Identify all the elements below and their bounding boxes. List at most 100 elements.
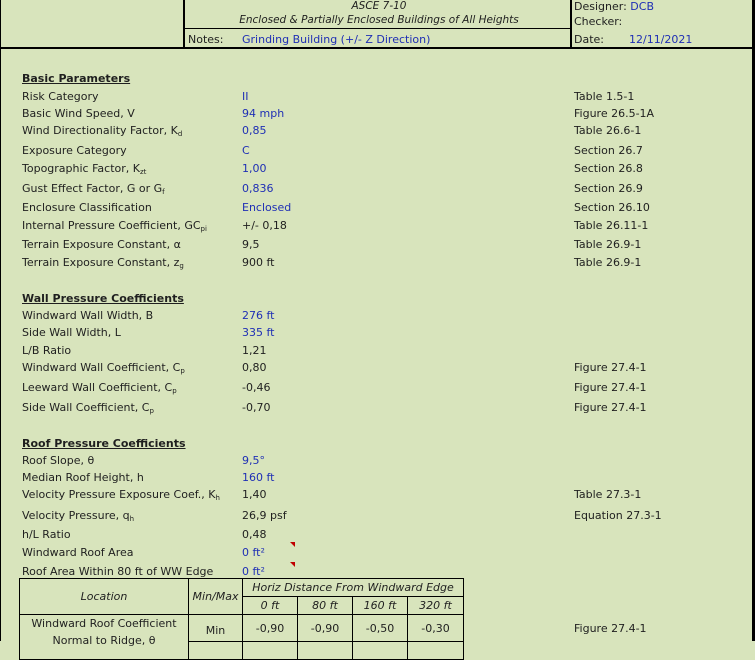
distance-1: 80 ft	[297, 596, 353, 615]
param-value[interactable]: 335 ft	[242, 326, 274, 339]
param-label: Median Roof Height, h	[22, 471, 144, 485]
param-label-text: Terrain Exposure Constant, z	[22, 256, 180, 269]
param-label-text: Side Wall Coefficient, C	[22, 401, 150, 414]
param-label-text: Wind Directionality Factor, K	[22, 124, 178, 137]
param-reference: Figure 27.4-1	[574, 361, 647, 374]
param-value[interactable]: 1,00	[242, 162, 267, 175]
param-value[interactable]: II	[242, 90, 249, 103]
roof-section-title: Roof Pressure Coefficients	[22, 437, 186, 450]
param-value: 900 ft	[242, 256, 275, 269]
param-reference: Equation 27.3-1	[574, 509, 662, 522]
param-label-text: Side Wall Width, L	[22, 326, 121, 339]
location-line-1: Windward Roof Coefficient	[31, 617, 177, 630]
param-reference: Figure 27.4-1	[574, 401, 647, 414]
param-label: L/B Ratio	[22, 344, 71, 358]
param-value: 1,40	[242, 488, 267, 501]
param-value: 9,5	[242, 238, 260, 251]
param-label: Terrain Exposure Constant, α	[22, 238, 181, 252]
param-value: 0,48	[242, 528, 267, 541]
designer-field[interactable]: DCB	[630, 0, 654, 13]
param-label: Side Wall Coefficient, Cp	[22, 401, 154, 415]
minmax-header: Min/Max	[188, 578, 243, 615]
param-label: Gust Effect Factor, G or Gf	[22, 182, 165, 196]
param-label: Wind Directionality Factor, Kd	[22, 124, 182, 138]
param-reference: Section 26.9	[574, 182, 643, 195]
distance-3: 320 ft	[407, 596, 464, 615]
param-label: Roof Slope, θ	[22, 454, 94, 468]
distance-2: 160 ft	[352, 596, 408, 615]
param-reference: Table 27.3-1	[574, 488, 642, 501]
param-label-text: Windward Wall Width, B	[22, 309, 154, 322]
minmax-cell: Min	[188, 614, 243, 642]
param-value: 26,9 psf	[242, 509, 287, 522]
param-label: Risk Category	[22, 90, 99, 104]
param-label: Basic Wind Speed, V	[22, 107, 135, 121]
param-label-subscript: p	[149, 407, 154, 415]
checker-label: Checker:	[574, 15, 623, 28]
basic-section-title: Basic Parameters	[22, 72, 131, 85]
left-border	[0, 0, 1, 641]
header-bottom-border	[0, 47, 755, 49]
param-label: Side Wall Width, L	[22, 326, 121, 340]
param-value[interactable]: 9,5°	[242, 454, 265, 467]
param-value: 0,80	[242, 361, 267, 374]
param-label-text: Roof Slope, θ	[22, 454, 95, 467]
param-value: -0,70	[242, 401, 271, 414]
param-value[interactable]: C	[242, 144, 250, 157]
param-label-text: Internal Pressure Coefficient, GC	[22, 219, 201, 232]
param-label: Topographic Factor, Kzt	[22, 162, 146, 176]
comment-indicator[interactable]	[290, 562, 295, 567]
param-value[interactable]: 0 ft²	[242, 546, 265, 559]
param-value[interactable]: 0 ft²	[242, 565, 265, 578]
param-label: Velocity Pressure Exposure Coef., Kh	[22, 488, 220, 502]
param-value[interactable]: Enclosed	[242, 201, 291, 214]
param-reference: Section 26.10	[574, 201, 650, 214]
notes-field[interactable]: Grinding Building (+/- Z Direction)	[242, 33, 430, 46]
param-value: +/- 0,18	[242, 219, 287, 232]
param-value: 1,21	[242, 344, 267, 357]
param-reference: Table 26.9-1	[574, 238, 642, 251]
table-reference: Figure 27.4-1	[574, 622, 647, 635]
date-field[interactable]: 12/11/2021	[629, 33, 692, 46]
param-value[interactable]: 0,85	[242, 124, 267, 137]
param-reference: Table 26.9-1	[574, 256, 642, 269]
comment-indicator[interactable]	[290, 542, 295, 547]
value-cell	[297, 641, 353, 660]
param-label: Enclosure Classification	[22, 201, 152, 215]
table-row: Windward Roof Coefficient Normal to Ridg…	[19, 614, 464, 660]
param-label-subscript: h	[129, 515, 135, 523]
param-value[interactable]: 160 ft	[242, 471, 274, 484]
value-cell	[242, 641, 298, 660]
param-label: Windward Wall Coefficient, Cp	[22, 361, 185, 375]
param-label: Exposure Category	[22, 144, 127, 158]
param-label-subscript: h	[215, 494, 220, 502]
param-reference: Section 26.7	[574, 144, 643, 157]
param-value[interactable]: 0,836	[242, 182, 274, 195]
param-label-text: Windward Roof Area	[22, 546, 134, 559]
param-label-text: Windward Wall Coefficient, C	[22, 361, 181, 374]
param-label-subscript: p	[180, 367, 185, 375]
param-label: Windward Roof Area	[22, 546, 133, 560]
param-label-text: Leeward Wall Coefficient, C	[22, 381, 173, 394]
param-value[interactable]: 94 mph	[242, 107, 284, 120]
header-divider-left	[183, 0, 185, 47]
value-cell	[352, 641, 408, 660]
designer-label: Designer:	[574, 0, 627, 13]
param-label-text: Topographic Factor, K	[22, 162, 140, 175]
roof-coefficient-table: Location Min/Max Horiz Distance From Win…	[19, 578, 464, 660]
param-label-subscript: zt	[139, 168, 147, 176]
param-label-text: L/B Ratio	[22, 344, 72, 357]
distance-0: 0 ft	[242, 596, 298, 615]
minmax-cell	[188, 641, 243, 660]
param-label-subscript: g	[179, 262, 184, 270]
param-label-text: Basic Wind Speed, V	[22, 107, 135, 120]
param-reference: Section 26.8	[574, 162, 643, 175]
param-label-text: Velocity Pressure, q	[22, 509, 130, 522]
param-label-subscript: p	[172, 387, 177, 395]
param-label-text: Risk Category	[22, 90, 99, 103]
value-cell	[407, 641, 464, 660]
checker-row: Checker:	[574, 15, 622, 28]
param-label-text: h/L Ratio	[22, 528, 71, 541]
param-value[interactable]: 276 ft	[242, 309, 274, 322]
param-label: Internal Pressure Coefficient, GCpi	[22, 219, 207, 233]
